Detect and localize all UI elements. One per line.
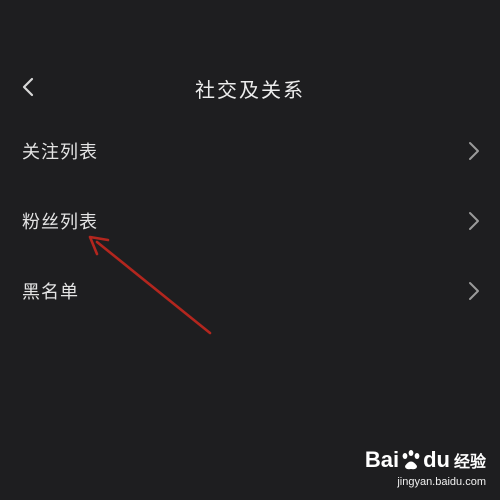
- baidu-logo: Bai du 经验: [364, 447, 486, 472]
- chevron-right-icon: [464, 208, 484, 234]
- watermark-url: jingyan.baidu.com: [397, 476, 486, 488]
- menu-item-label: 关注列表: [22, 142, 98, 163]
- paw-icon: [402, 450, 420, 470]
- top-bar: 社交及关系: [0, 60, 500, 114]
- menu-item-label: 黑名单: [22, 282, 79, 303]
- page-title: 社交及关系: [195, 78, 305, 102]
- menu-item-blacklist[interactable]: 黑名单: [0, 256, 500, 326]
- menu-item-label: 粉丝列表: [22, 212, 98, 233]
- settings-menu: 关注列表 粉丝列表 黑名单: [0, 116, 500, 326]
- menu-item-fans-list[interactable]: 粉丝列表: [0, 186, 500, 256]
- social-relations-screen: 社交及关系 关注列表 粉丝列表 黑名单 Bai du 经验 jingyan.ba…: [0, 0, 500, 500]
- chevron-right-icon: [464, 278, 484, 304]
- menu-item-following-list[interactable]: 关注列表: [0, 116, 500, 186]
- chevron-right-icon: [464, 138, 484, 164]
- baidu-jingyan-watermark: Bai du 经验 jingyan.baidu.com: [336, 446, 486, 494]
